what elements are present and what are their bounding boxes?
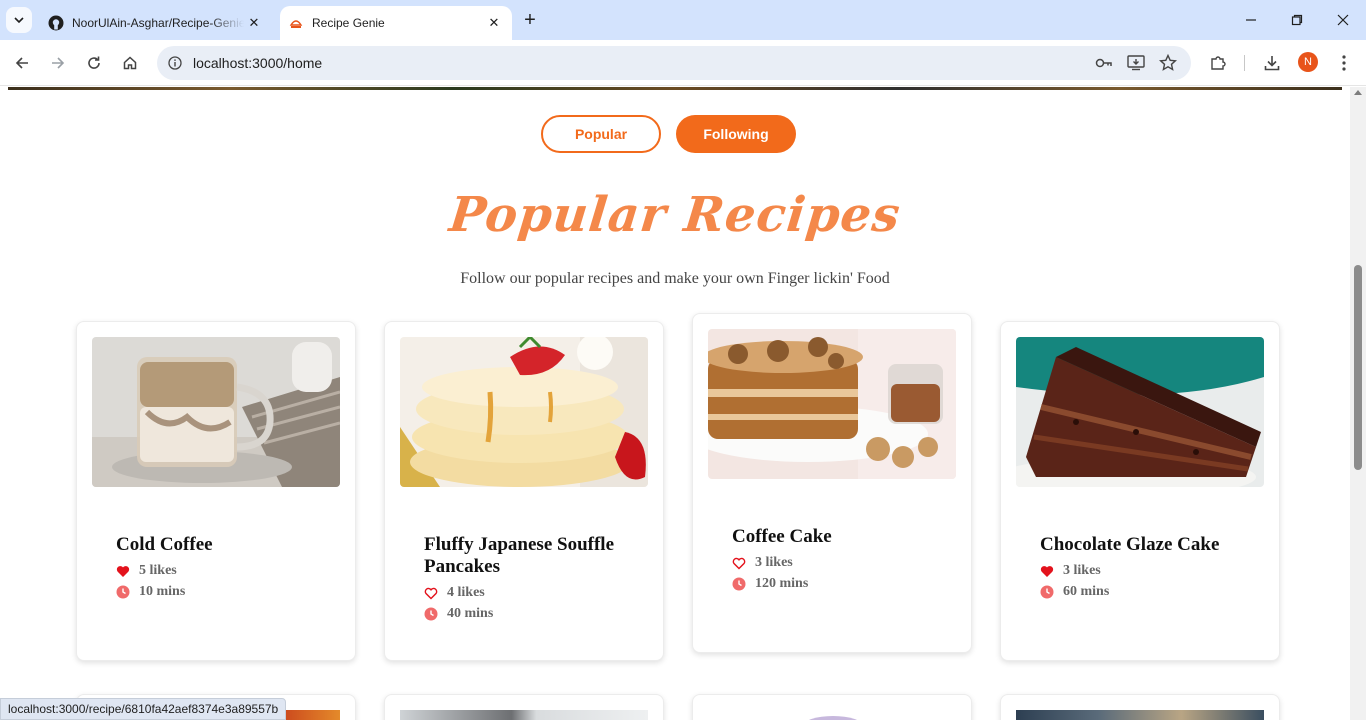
recipe-likes: 4 likes (424, 585, 624, 601)
following-toggle-button[interactable]: Following (676, 115, 796, 153)
recipe-time: 120 mins (732, 576, 932, 592)
cook-time: 120 mins (755, 576, 809, 591)
clock-icon (116, 585, 130, 599)
recipe-image-chocolate-cake (1016, 337, 1264, 487)
recipe-card[interactable]: Fluffy Japanese Souffle Pancakes 4 likes… (384, 321, 664, 661)
reload-icon (88, 56, 100, 69)
home-button[interactable] (116, 49, 144, 77)
password-key-icon[interactable] (1094, 53, 1114, 73)
forward-button[interactable] (44, 49, 72, 77)
recipe-name[interactable]: Cold Coffee (116, 534, 326, 556)
downloads-button[interactable] (1258, 49, 1286, 77)
bookmark-star-icon[interactable] (1158, 53, 1178, 73)
close-tab-icon[interactable]: ✕ (484, 13, 504, 33)
site-info-icon[interactable] (165, 53, 185, 73)
recipe-genie-favicon-icon (288, 15, 304, 31)
page-scrollbar[interactable] (1350, 87, 1366, 720)
back-button[interactable] (8, 49, 36, 77)
recipe-time: 60 mins (1040, 584, 1240, 600)
recipe-likes: 3 likes (732, 555, 932, 571)
clock-icon (1040, 585, 1054, 599)
close-tab-icon[interactable]: ✕ (244, 13, 264, 33)
scrollbar-thumb[interactable] (1354, 265, 1362, 470)
restore-button[interactable] (1274, 0, 1320, 40)
recipe-card[interactable] (384, 694, 664, 720)
recipe-time: 10 mins (116, 584, 316, 600)
tab-recipe-genie[interactable]: Recipe Genie ✕ (280, 6, 512, 40)
tab-github[interactable]: NoorUlAin-Asghar/Recipe-Genie ✕ (40, 6, 272, 40)
likes-count: 3 likes (755, 555, 793, 570)
restore-icon (1291, 14, 1303, 26)
puzzle-icon (1211, 56, 1226, 70)
recipe-image (277, 710, 340, 720)
browser-toolbar: localhost:3000/home N (0, 40, 1366, 86)
recipe-card[interactable]: Chocolate Glaze Cake 3 likes 60 mins (1000, 321, 1280, 661)
recipe-likes: 5 likes (116, 563, 316, 579)
recipe-image (400, 710, 648, 720)
likes-count: 5 likes (139, 563, 177, 578)
hero-image-edge (8, 87, 1342, 90)
home-icon (123, 56, 137, 70)
recipe-card[interactable] (1000, 694, 1280, 720)
recipe-likes: 3 likes (1040, 563, 1240, 579)
section-title: Popular Recipes (446, 187, 904, 243)
install-app-icon[interactable] (1126, 53, 1146, 73)
tab-search-button[interactable] (6, 7, 32, 33)
popular-toggle-button[interactable]: Popular (541, 115, 661, 153)
github-icon (48, 15, 64, 31)
tab-title: NoorUlAin-Asghar/Recipe-Genie (72, 16, 244, 30)
cook-time: 60 mins (1063, 584, 1110, 599)
heart-filled-icon[interactable] (116, 564, 130, 578)
more-vert-icon (1342, 55, 1346, 71)
forward-arrow-icon (52, 57, 65, 69)
heart-outline-icon[interactable] (732, 556, 746, 570)
recipe-image-cold-coffee (92, 337, 340, 487)
back-arrow-icon (15, 57, 28, 69)
extensions-button[interactable] (1204, 49, 1232, 77)
address-bar[interactable]: localhost:3000/home (157, 46, 1191, 80)
url-text: localhost:3000/home (193, 55, 323, 71)
minimize-icon (1246, 19, 1256, 21)
status-bar-url: localhost:3000/recipe/6810fa42aef8374e3a… (0, 698, 287, 720)
recipe-image-coffee-cake (708, 329, 956, 479)
close-icon (1337, 14, 1349, 26)
recipe-card[interactable]: Coffee Cake 3 likes 120 mins (692, 313, 972, 653)
recipe-image (1016, 710, 1264, 720)
profile-avatar[interactable]: N (1298, 52, 1318, 72)
recipe-card[interactable] (692, 694, 972, 720)
likes-count: 4 likes (447, 585, 485, 600)
download-icon (1264, 56, 1280, 71)
clock-icon (424, 607, 438, 621)
heart-outline-icon[interactable] (424, 586, 438, 600)
scroll-up-arrow-icon[interactable] (1354, 90, 1362, 95)
section-subtitle: Follow our popular recipes and make your… (460, 270, 890, 287)
recipe-card[interactable]: Cold Coffee 5 likes 10 mins (76, 321, 356, 661)
recipe-time: 40 mins (424, 606, 624, 622)
toolbar-divider (1244, 55, 1245, 71)
tab-strip: NoorUlAin-Asghar/Recipe-Genie ✕ Recipe G… (0, 0, 1366, 40)
cook-time: 10 mins (139, 584, 186, 599)
recipe-name[interactable]: Fluffy Japanese Souffle Pancakes (424, 534, 634, 578)
tab-title: Recipe Genie (312, 16, 385, 30)
cook-time: 40 mins (447, 606, 494, 621)
heart-filled-icon[interactable] (1040, 564, 1054, 578)
new-tab-button[interactable]: + (518, 8, 542, 32)
reload-button[interactable] (80, 49, 108, 77)
clock-icon (732, 577, 746, 591)
page-viewport: Popular Following Popular Recipes Follow… (0, 87, 1366, 720)
close-window-button[interactable] (1320, 0, 1366, 40)
likes-count: 3 likes (1063, 563, 1101, 578)
recipe-name[interactable]: Coffee Cake (732, 526, 942, 548)
recipe-image (803, 716, 863, 720)
chevron-down-icon (14, 17, 24, 24)
menu-button[interactable] (1330, 49, 1358, 77)
recipe-image-pancakes (400, 337, 648, 487)
recipe-name[interactable]: Chocolate Glaze Cake (1040, 534, 1250, 556)
minimize-button[interactable] (1228, 0, 1274, 40)
